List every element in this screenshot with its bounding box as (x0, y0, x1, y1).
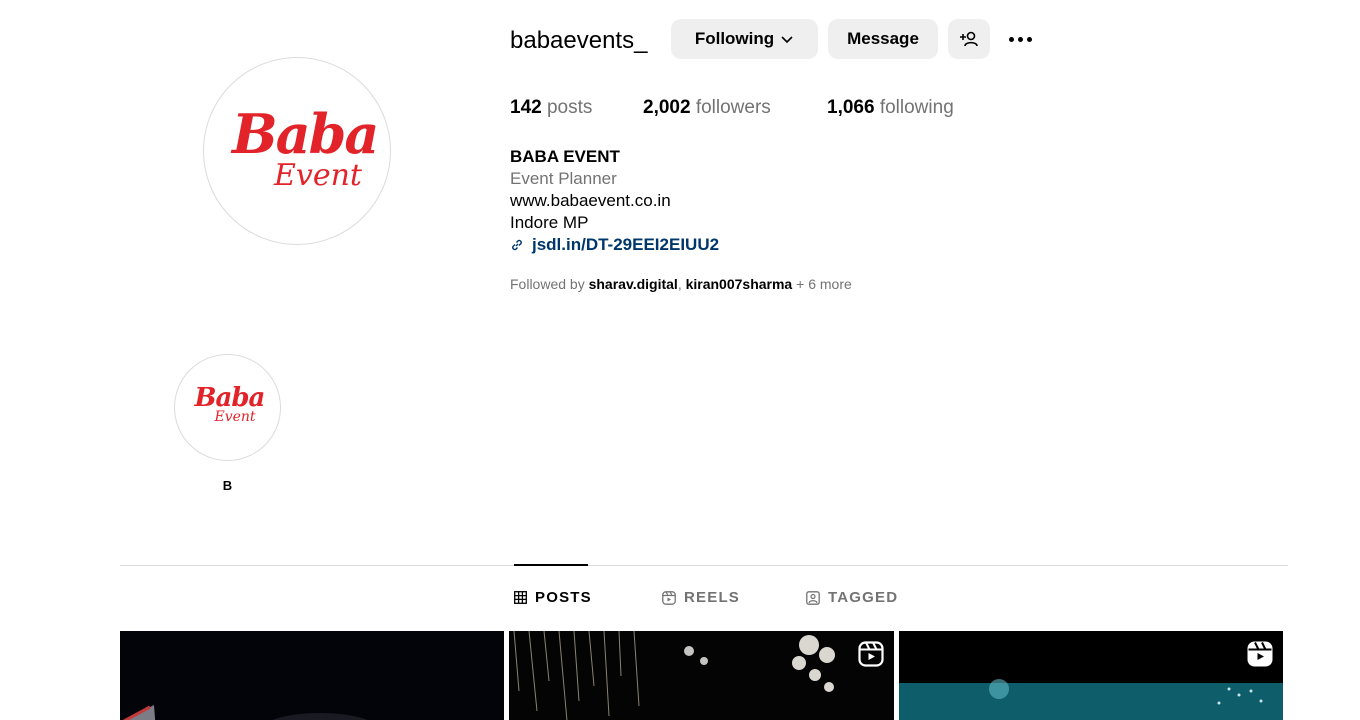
more-dot-icon (1026, 36, 1032, 42)
followers-label: followers (695, 97, 771, 118)
post-thumbnail[interactable] (899, 631, 1283, 720)
tagged-icon (806, 590, 820, 605)
following-count: 1,066 (827, 97, 875, 118)
logo-text-sub: Event (274, 158, 362, 193)
posts-count-stat: 142 posts (510, 97, 592, 119)
followed-by-separator: , (677, 276, 682, 292)
story-highlight[interactable]: Baba Event (174, 354, 281, 461)
post-image (509, 631, 894, 720)
message-button[interactable]: Message (828, 19, 938, 59)
tab-tagged-label: TAGGED (828, 589, 899, 606)
posts-count: 142 (510, 97, 542, 118)
brand-logo: Baba Event (222, 96, 379, 206)
bio-category: Event Planner (510, 169, 617, 188)
more-dot-icon (1008, 36, 1014, 42)
highlight-label: B (222, 478, 233, 493)
following-stat[interactable]: 1,066 following (827, 97, 954, 119)
profile-username: babaevents_ (510, 27, 648, 54)
profile-avatar[interactable]: Baba Event (203, 57, 391, 245)
followers-stat[interactable]: 2,002 followers (643, 97, 771, 119)
post-image (120, 631, 504, 720)
tabs-divider (120, 565, 1288, 566)
followed-by-more[interactable]: + 6 more (796, 276, 852, 292)
posts-label: posts (546, 97, 593, 118)
followed-by[interactable]: Followed by sharav.digital, kiran007shar… (510, 276, 852, 292)
bio-line-website: www.babaevent.co.in (510, 191, 671, 210)
bio-name: BABA EVENT (510, 147, 620, 166)
following-button[interactable]: Following (671, 19, 818, 59)
reel-icon (858, 641, 884, 672)
more-dot-icon (1017, 36, 1023, 42)
grid-icon (514, 591, 527, 604)
followers-count: 2,002 (643, 97, 691, 118)
active-tab-indicator (514, 564, 588, 566)
followed-by-prefix: Followed by (510, 276, 585, 292)
bio-link[interactable]: jsdl.in/DT-29EEI2EIUU2 (510, 234, 719, 256)
reels-icon (662, 590, 676, 605)
bio-link-text[interactable]: jsdl.in/DT-29EEI2EIUU2 (532, 234, 719, 256)
post-thumbnail[interactable] (120, 631, 504, 720)
logo-text-main: Baba (232, 102, 379, 166)
add-user-icon (960, 31, 978, 47)
highlight-logo: Baba Event (193, 383, 266, 433)
chevron-down-icon (781, 36, 793, 44)
add-user-button[interactable] (948, 19, 990, 59)
post-image (899, 631, 1283, 720)
tab-tagged[interactable]: TAGGED (806, 589, 898, 606)
post-thumbnail[interactable] (509, 631, 894, 720)
tab-reels-label: REELS (684, 589, 741, 606)
tab-reels[interactable]: REELS (662, 589, 740, 606)
link-icon (512, 239, 522, 251)
bio-line-location: Indore MP (510, 213, 589, 232)
following-label: Following (694, 29, 775, 48)
tab-posts-label: POSTS (535, 589, 592, 606)
tab-posts[interactable]: POSTS (514, 589, 592, 606)
highlight-logo-sub: Event (214, 408, 256, 425)
profile-bio: BABA EVENT Event Planner www.babaevent.c… (510, 146, 719, 256)
followed-by-user[interactable]: sharav.digital (589, 276, 678, 292)
more-options-button[interactable] (1004, 26, 1036, 52)
followed-by-user[interactable]: kiran007sharma (686, 276, 793, 292)
following-count-label: following (879, 97, 954, 118)
reel-icon (1247, 641, 1273, 672)
message-label: Message (847, 29, 919, 48)
